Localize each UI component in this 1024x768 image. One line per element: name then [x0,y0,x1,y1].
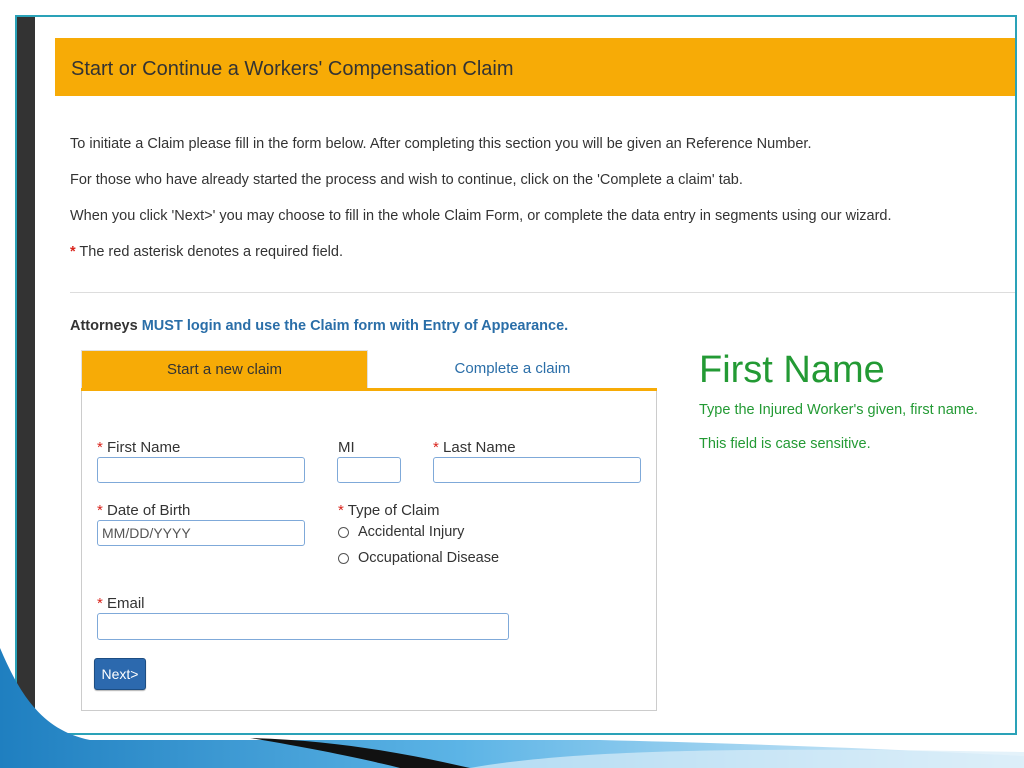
help-title: First Name [699,349,885,391]
claim-tabs: Start a new claim Complete a claim [81,350,657,391]
dob-input[interactable] [97,520,305,546]
attorney-prefix: Attorneys [70,318,142,334]
intro-text: To initiate a Claim please fill in the f… [70,135,1010,279]
radio-accidental-injury-label: Accidental Injury [358,524,465,540]
last-name-input[interactable] [433,457,641,483]
radio-occupational-disease-label: Occupational Disease [358,550,500,566]
tab-complete-claim[interactable]: Complete a claim [368,350,657,388]
last-name-label-text: Last Name [438,439,516,456]
help-line-2: This field is case sensitive. [699,436,871,452]
radio-occupational-disease[interactable]: Occupational Disease [338,550,499,566]
email-label: * Email [97,595,145,612]
required-note: * The red asterisk denotes a required fi… [70,243,1010,261]
tab-start-new-claim[interactable]: Start a new claim [81,350,368,388]
intro-line-1: To initiate a Claim please fill in the f… [70,136,812,152]
claim-type-label-text: Type of Claim [343,502,440,519]
intro-line-2: For those who have already started the p… [70,172,743,188]
radio-button-icon[interactable] [338,526,349,538]
left-dark-bar [17,17,35,733]
claim-type-label: * Type of Claim [338,502,439,519]
claim-form: * First Name MI * Last Name * Date of Bi… [81,391,657,711]
required-note-text: The red asterisk denotes a required fiel… [75,244,343,260]
radio-button-icon[interactable] [338,552,349,564]
help-line-1: Type the Injured Worker's given, first n… [699,402,978,418]
first-name-label: * First Name [97,439,180,456]
email-input[interactable] [97,613,509,640]
page-title: Start or Continue a Workers' Compensatio… [71,58,514,80]
mi-label: MI [338,439,355,456]
screenshot-frame: Start or Continue a Workers' Compensatio… [15,15,1017,735]
mi-input[interactable] [337,457,401,483]
light-wave-shape [470,749,1024,768]
dob-label-text: Date of Birth [102,502,191,519]
field-help-panel: First Name Type the Injured Worker's giv… [699,350,1009,452]
page-header: Start or Continue a Workers' Compensatio… [55,38,1015,96]
attorney-login-link[interactable]: MUST login and use the Claim form with E… [142,318,568,334]
divider [70,292,1015,293]
intro-line-3: When you click 'Next>' you may choose to… [70,208,892,224]
page-content: Start or Continue a Workers' Compensatio… [53,35,1015,733]
dob-label: * Date of Birth [97,502,190,519]
email-label-text: Email [102,595,145,612]
first-name-label-text: First Name [102,439,181,456]
last-name-label: * Last Name [433,439,516,456]
attorney-note: Attorneys MUST login and use the Claim f… [70,318,568,334]
radio-accidental-injury[interactable]: Accidental Injury [338,524,464,540]
black-swoosh-shape [250,738,470,768]
first-name-input[interactable] [97,457,305,483]
next-button[interactable]: Next> [94,658,146,690]
